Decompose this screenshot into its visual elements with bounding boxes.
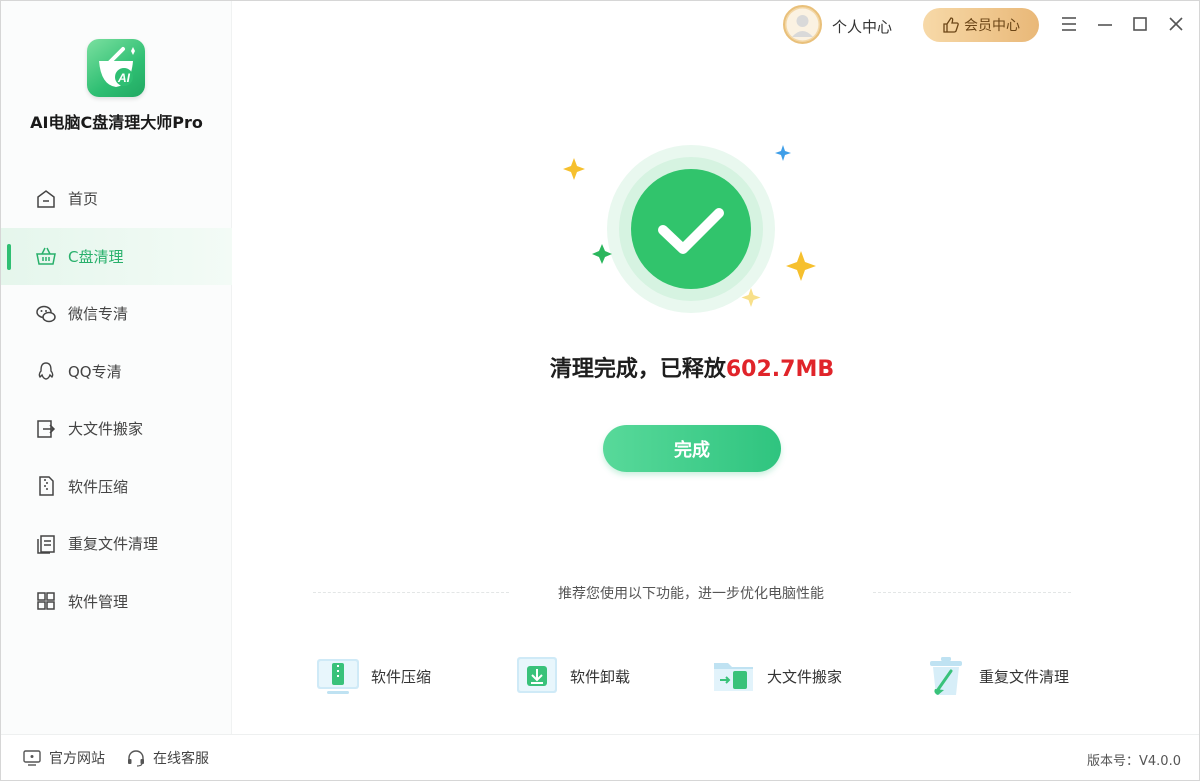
sidebar-item-large-file-move[interactable]: 大文件搬家 <box>1 400 232 458</box>
divider <box>873 592 1071 593</box>
footer-label: 在线客服 <box>153 751 209 767</box>
sidebar-item-label: 微信专清 <box>68 305 129 324</box>
close-icon[interactable] <box>1165 13 1187 35</box>
recommend-label: 大文件搬家 <box>767 667 843 686</box>
menu-icon[interactable] <box>1058 13 1080 35</box>
sidebar-item-home[interactable]: 首页 <box>1 170 232 228</box>
recommend-label: 软件压缩 <box>371 667 432 686</box>
online-support-link[interactable]: 在线客服 <box>126 748 209 768</box>
wechat-icon <box>36 305 56 322</box>
trash-clean-icon <box>930 657 962 695</box>
done-button[interactable]: 完成 <box>603 425 781 472</box>
sidebar-item-label: C盘清理 <box>68 247 124 266</box>
footer: 官方网站 在线客服 版本号：V4.0.0 <box>1 734 1199 780</box>
recommend-duplicate-clean[interactable]: 重复文件清理 <box>923 653 1069 699</box>
user-center-link[interactable]: 个人中心 <box>832 16 892 37</box>
basket-icon <box>36 247 56 265</box>
monitor-icon <box>23 750 41 766</box>
sidebar-item-label: 大文件搬家 <box>68 420 144 439</box>
sidebar-nav: 首页 C盘清理 微信专清 QQ专清 大文件搬家 软件压缩 重复文件清理 软件管理 <box>1 170 232 630</box>
success-check-illustration <box>563 145 816 313</box>
uninstall-icon <box>517 657 557 693</box>
recommend-label: 重复文件清理 <box>979 667 1070 686</box>
clean-result-text: 清理完成，已释放602.7MB <box>232 351 1152 383</box>
recommend-label: 软件卸载 <box>570 667 631 686</box>
headset-icon <box>128 750 144 767</box>
sidebar-item-software-manage[interactable]: 软件管理 <box>1 573 232 631</box>
file-move-icon <box>37 420 56 438</box>
vip-center-label: 会员中心 <box>964 18 1020 34</box>
app-window: AI AI电脑C盘清理大师Pro 首页 C盘清理 微信专清 QQ专清 大文件搬家… <box>0 0 1200 781</box>
official-website-link[interactable]: 官方网站 <box>22 748 105 768</box>
vip-center-button[interactable]: 会员中心 <box>923 8 1039 42</box>
avatar[interactable] <box>783 5 822 44</box>
svg-text:AI: AI <box>117 71 131 85</box>
sidebar-item-software-compress[interactable]: 软件压缩 <box>1 458 232 516</box>
duplicate-file-icon <box>37 535 55 554</box>
apps-grid-icon <box>37 592 55 610</box>
result-prefix: 清理完成，已释放 <box>549 357 726 382</box>
recommend-software-uninstall[interactable]: 软件卸载 <box>514 653 630 699</box>
zip-icon <box>39 476 54 496</box>
version-label: 版本号：V4.0.0 <box>1087 754 1181 769</box>
recommend-text: 推荐您使用以下功能，进一步优化电脑性能 <box>558 586 824 602</box>
freed-amount: 602.7MB <box>725 357 835 382</box>
recommend-large-file-move[interactable]: 大文件搬家 <box>711 653 842 699</box>
sidebar: AI AI电脑C盘清理大师Pro 首页 C盘清理 微信专清 QQ专清 大文件搬家… <box>1 1 232 734</box>
footer-label: 官方网站 <box>49 751 105 767</box>
recommend-software-compress[interactable]: 软件压缩 <box>315 653 431 699</box>
folder-move-icon <box>714 663 753 691</box>
sidebar-item-label: 软件管理 <box>68 592 129 611</box>
minimize-icon[interactable] <box>1094 13 1116 35</box>
sidebar-item-label: 重复文件清理 <box>68 535 159 554</box>
sidebar-item-qq[interactable]: QQ专清 <box>1 343 232 401</box>
sidebar-item-duplicate-clean[interactable]: 重复文件清理 <box>1 515 232 573</box>
qq-icon <box>38 362 54 380</box>
sidebar-item-label: 首页 <box>68 190 99 209</box>
sidebar-item-wechat[interactable]: 微信专清 <box>1 285 232 343</box>
thumbs-up-icon <box>943 17 959 33</box>
app-name: AI电脑C盘清理大师Pro <box>30 113 203 132</box>
sidebar-item-c-clean[interactable]: C盘清理 <box>1 227 232 285</box>
compress-icon <box>317 659 359 694</box>
maximize-icon[interactable] <box>1129 13 1151 35</box>
app-logo: AI <box>87 39 145 97</box>
divider <box>313 592 509 593</box>
home-icon <box>37 189 55 208</box>
sidebar-item-label: QQ专清 <box>68 362 122 381</box>
sidebar-item-label: 软件压缩 <box>68 477 129 496</box>
